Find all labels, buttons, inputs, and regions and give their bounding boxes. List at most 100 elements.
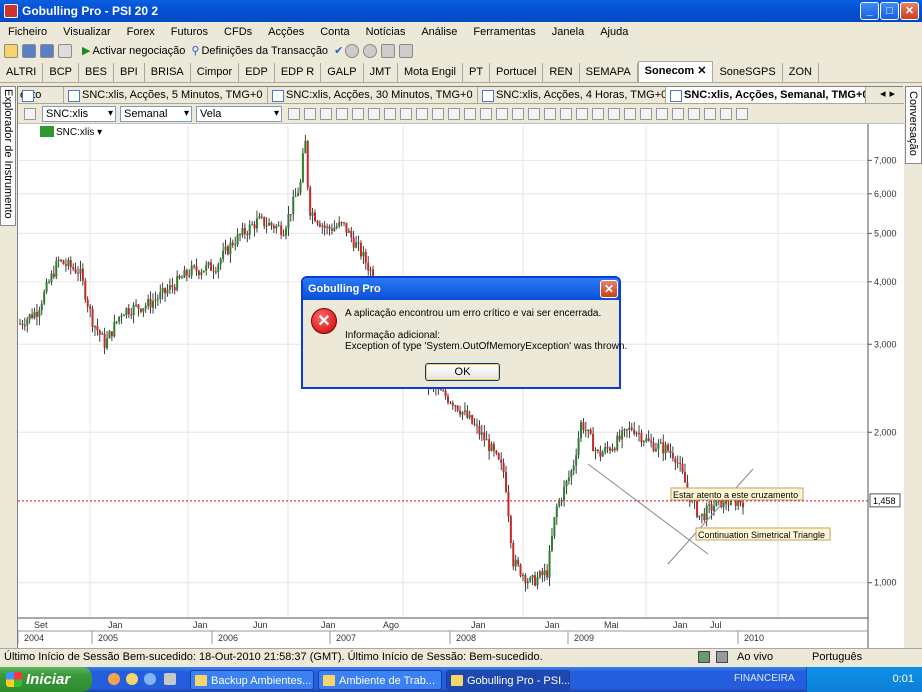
menu-conta[interactable]: Conta bbox=[312, 26, 357, 38]
info-icon[interactable] bbox=[320, 107, 332, 120]
menu-forex[interactable]: Forex bbox=[119, 26, 163, 38]
menu-janela[interactable]: Janela bbox=[544, 26, 592, 38]
line-tool-icon[interactable] bbox=[400, 107, 412, 120]
period-select[interactable]: Semanal bbox=[120, 105, 192, 122]
tab-edp-r[interactable]: EDP R bbox=[275, 63, 322, 82]
symbol-select[interactable]: SNC:xlis bbox=[42, 105, 116, 122]
menu-accoes[interactable]: Acções bbox=[260, 26, 312, 38]
grid-icon[interactable] bbox=[336, 107, 348, 120]
bars-icon[interactable] bbox=[560, 107, 572, 120]
ma-2-icon[interactable] bbox=[736, 107, 748, 120]
collapse-icon[interactable] bbox=[24, 107, 36, 120]
quicklaunch-desktop-icon[interactable] bbox=[164, 673, 176, 685]
chart-tab-4h[interactable]: SNC:xlis, Acções, 4 Horas, TMG+0 bbox=[478, 87, 666, 103]
minimize-button[interactable]: _ bbox=[860, 2, 879, 20]
tab-zon[interactable]: ZON bbox=[783, 63, 819, 82]
transaction-settings-button[interactable]: Definições da Transacção bbox=[201, 45, 328, 57]
language-status[interactable]: Português bbox=[812, 649, 862, 665]
tab-galp[interactable]: GALP bbox=[321, 63, 364, 82]
chart-tab-partial[interactable]: ento bbox=[18, 87, 64, 103]
disabled-icon[interactable] bbox=[345, 43, 360, 58]
task-ambiente[interactable]: Ambiente de Trab... bbox=[318, 670, 442, 690]
percent-icon[interactable] bbox=[656, 107, 668, 120]
chart-tab-30min[interactable]: SNC:xlis, Acções, 30 Minutos, TMG+0 bbox=[268, 87, 478, 103]
menu-noticias[interactable]: Notícias bbox=[358, 26, 414, 38]
home-icon[interactable] bbox=[381, 43, 396, 58]
pattern-icon[interactable] bbox=[496, 107, 508, 120]
scale-icon[interactable] bbox=[368, 107, 380, 120]
resize-icon[interactable] bbox=[448, 107, 460, 120]
activate-trading-button[interactable]: Activar negociação bbox=[92, 45, 185, 57]
candles-icon[interactable] bbox=[576, 107, 588, 120]
tab-altri[interactable]: ALTRI bbox=[0, 63, 44, 82]
tab-bes[interactable]: BES bbox=[79, 63, 114, 82]
plus-icon[interactable] bbox=[688, 107, 700, 120]
note-icon[interactable] bbox=[704, 107, 716, 120]
open-folder-icon[interactable] bbox=[4, 43, 18, 58]
dialog-close-button[interactable]: ✕ bbox=[600, 280, 618, 298]
pattern-2-icon[interactable] bbox=[512, 107, 524, 120]
chart-style-select[interactable]: Vela bbox=[196, 105, 282, 122]
fib-2-icon[interactable] bbox=[480, 107, 492, 120]
task-gobulling[interactable]: Gobulling Pro - PSI... bbox=[446, 670, 570, 690]
magnet-icon[interactable] bbox=[544, 107, 556, 120]
tab-edp[interactable]: EDP bbox=[239, 63, 275, 82]
user-icon[interactable] bbox=[698, 651, 710, 663]
instrument-explorer-panel[interactable]: Explorador de Instrumento bbox=[0, 86, 16, 226]
volume-icon[interactable] bbox=[592, 107, 604, 120]
quicklaunch-outlook-icon[interactable] bbox=[108, 673, 120, 685]
fib-icon[interactable] bbox=[464, 107, 476, 120]
zoom-icon[interactable] bbox=[352, 107, 364, 120]
tab-bcp[interactable]: BCP bbox=[43, 63, 79, 82]
menu-ficheiro[interactable]: Ficheiro bbox=[0, 26, 55, 38]
trendline-icon[interactable] bbox=[624, 107, 636, 120]
menu-ferramentas[interactable]: Ferramentas bbox=[465, 26, 543, 38]
disabled-icon-2[interactable] bbox=[363, 43, 378, 58]
save-all-icon[interactable] bbox=[40, 43, 54, 58]
close-button[interactable]: ✕ bbox=[900, 2, 919, 20]
ma-icon[interactable] bbox=[720, 107, 732, 120]
tab-mota-engil[interactable]: Mota Engil bbox=[398, 63, 463, 82]
chart-tabs-prev-icon[interactable]: ◂ bbox=[880, 87, 886, 103]
quicklaunch-messenger-icon[interactable] bbox=[126, 673, 138, 685]
tab-brisa[interactable]: BRISA bbox=[145, 63, 191, 82]
tab-portucel[interactable]: Portucel bbox=[490, 63, 544, 82]
chart-tabs-next-icon[interactable]: ▸ bbox=[890, 87, 896, 103]
crosshair-icon[interactable] bbox=[304, 107, 316, 120]
tab-ren[interactable]: REN bbox=[543, 63, 580, 82]
wave-icon[interactable] bbox=[384, 107, 396, 120]
ok-button[interactable]: OK bbox=[425, 363, 500, 381]
menu-ajuda[interactable]: Ajuda bbox=[592, 26, 636, 38]
check-icon[interactable]: ✔ bbox=[334, 44, 343, 57]
hline-icon[interactable] bbox=[640, 107, 652, 120]
tab-sonecom[interactable]: Sonecom ✕ bbox=[637, 61, 714, 82]
tab-cimpor[interactable]: Cimpor bbox=[191, 63, 240, 82]
text-tool-icon[interactable] bbox=[672, 107, 684, 120]
tab-bpi[interactable]: BPI bbox=[114, 63, 145, 82]
start-button[interactable]: Iniciar bbox=[0, 667, 92, 692]
eraser-icon[interactable] bbox=[432, 107, 444, 120]
menu-futuros[interactable]: Futuros bbox=[163, 26, 216, 38]
tab-jmt[interactable]: JMT bbox=[364, 63, 398, 82]
clock[interactable]: 0:01 bbox=[893, 673, 914, 685]
toolbar-label[interactable]: FINANCEIRA bbox=[734, 673, 795, 684]
brush-icon[interactable] bbox=[416, 107, 428, 120]
menu-cfds[interactable]: CFDs bbox=[216, 26, 260, 38]
tab-sonesgps[interactable]: SoneSGPS bbox=[713, 63, 783, 82]
task-backup[interactable]: Backup Ambientes... bbox=[190, 670, 314, 690]
chart-tab-weekly[interactable]: SNC:xlis, Acções, Semanal, TMG+0 ✕ bbox=[666, 87, 866, 103]
legend-symbol[interactable]: SNC:xlis ▾ bbox=[56, 127, 102, 138]
maximize-button[interactable]: □ bbox=[880, 2, 899, 20]
cursor-icon[interactable] bbox=[288, 107, 300, 120]
conversation-panel[interactable]: Conversação bbox=[905, 86, 922, 164]
settings-icon[interactable]: ⚲ bbox=[191, 44, 199, 57]
copy-icon[interactable] bbox=[399, 43, 414, 58]
play-icon[interactable]: ▶ bbox=[82, 44, 90, 57]
chart-tab-5min[interactable]: SNC:xlis, Acções, 5 Minutos, TMG+0 bbox=[64, 87, 268, 103]
quicklaunch-ie-icon[interactable] bbox=[144, 673, 156, 685]
menu-visualizar[interactable]: Visualizar bbox=[55, 26, 119, 38]
menu-analise[interactable]: Análise bbox=[413, 26, 465, 38]
print-icon[interactable] bbox=[58, 43, 72, 58]
connection-icon[interactable] bbox=[716, 651, 728, 663]
fan-icon[interactable] bbox=[528, 107, 540, 120]
